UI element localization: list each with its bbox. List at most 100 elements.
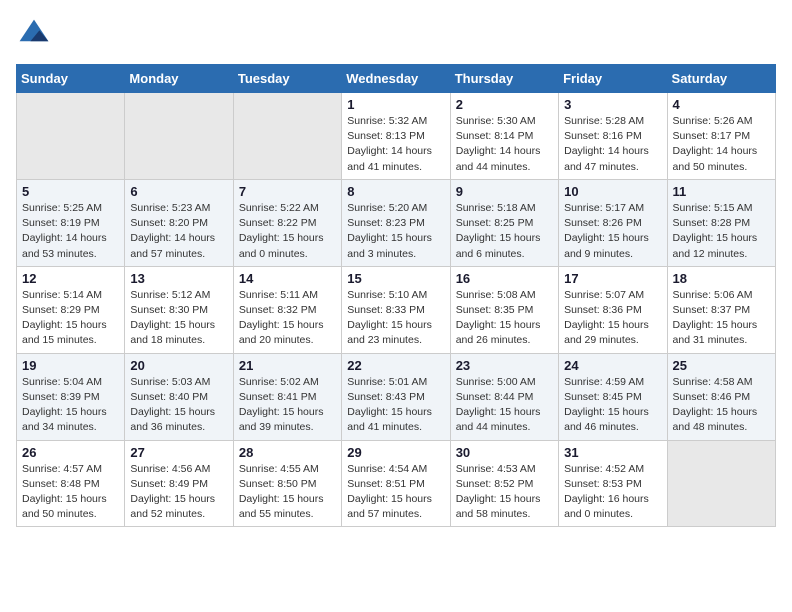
weekday-header-row: SundayMondayTuesdayWednesdayThursdayFrid…	[17, 65, 776, 93]
day-number: 27	[130, 445, 227, 460]
day-number: 10	[564, 184, 661, 199]
day-info: Sunrise: 4:55 AM Sunset: 8:50 PM Dayligh…	[239, 462, 336, 523]
day-info: Sunrise: 5:08 AM Sunset: 8:35 PM Dayligh…	[456, 288, 553, 349]
weekday-header-wednesday: Wednesday	[342, 65, 450, 93]
logo	[16, 16, 56, 52]
calendar-cell: 14 Sunrise: 5:11 AM Sunset: 8:32 PM Dayli…	[233, 266, 341, 353]
weekday-header-friday: Friday	[559, 65, 667, 93]
day-number: 5	[22, 184, 119, 199]
day-number: 14	[239, 271, 336, 286]
day-info: Sunrise: 5:06 AM Sunset: 8:37 PM Dayligh…	[673, 288, 770, 349]
calendar-cell: 15Sunrise: 5:10 AM Sunset: 8:33 PM Dayli…	[342, 266, 450, 353]
day-info: Sunrise: 4:57 AM Sunset: 8:48 PM Dayligh…	[22, 462, 119, 523]
day-number: 11	[673, 184, 770, 199]
calendar-cell: 29 Sunrise: 4:54 AM Sunset: 8:51 PM Dayli…	[342, 440, 450, 527]
week-row-3: 12 Sunrise: 5:14 AM Sunset: 8:29 PM Dayli…	[17, 266, 776, 353]
calendar-cell: 16 Sunrise: 5:08 AM Sunset: 8:35 PM Dayli…	[450, 266, 558, 353]
calendar-cell: 12 Sunrise: 5:14 AM Sunset: 8:29 PM Dayli…	[17, 266, 125, 353]
day-number: 23	[456, 358, 553, 373]
day-info: Sunrise: 5:12 AM Sunset: 8:30 PM Dayligh…	[130, 288, 227, 349]
day-number: 22	[347, 358, 444, 373]
day-info: Sunrise: 5:00 AM Sunset: 8:44 PM Dayligh…	[456, 375, 553, 436]
day-info: Sunrise: 4:58 AM Sunset: 8:46 PM Dayligh…	[673, 375, 770, 436]
week-row-1: 1 Sunrise: 5:32 AM Sunset: 8:13 PM Daylig…	[17, 93, 776, 180]
day-info: Sunrise: 5:23 AM Sunset: 8:20 PM Dayligh…	[130, 201, 227, 262]
weekday-header-tuesday: Tuesday	[233, 65, 341, 93]
day-number: 12	[22, 271, 119, 286]
day-number: 17	[564, 271, 661, 286]
calendar-cell: 28 Sunrise: 4:55 AM Sunset: 8:50 PM Dayli…	[233, 440, 341, 527]
day-info: Sunrise: 4:52 AM Sunset: 8:53 PM Dayligh…	[564, 462, 661, 523]
day-info: Sunrise: 5:07 AM Sunset: 8:36 PM Dayligh…	[564, 288, 661, 349]
day-number: 6	[130, 184, 227, 199]
calendar-cell: 5 Sunrise: 5:25 AM Sunset: 8:19 PM Daylig…	[17, 179, 125, 266]
calendar-cell: 4 Sunrise: 5:26 AM Sunset: 8:17 PM Daylig…	[667, 93, 775, 180]
day-info: Sunrise: 5:01 AM Sunset: 8:43 PM Dayligh…	[347, 375, 444, 436]
calendar-cell: 6 Sunrise: 5:23 AM Sunset: 8:20 PM Daylig…	[125, 179, 233, 266]
day-number: 31	[564, 445, 661, 460]
weekday-header-sunday: Sunday	[17, 65, 125, 93]
calendar-cell: 8 Sunrise: 5:20 AM Sunset: 8:23 PM Daylig…	[342, 179, 450, 266]
calendar-cell: 17 Sunrise: 5:07 AM Sunset: 8:36 PM Dayli…	[559, 266, 667, 353]
calendar-cell: 3 Sunrise: 5:28 AM Sunset: 8:16 PM Daylig…	[559, 93, 667, 180]
day-info: Sunrise: 5:25 AM Sunset: 8:19 PM Dayligh…	[22, 201, 119, 262]
day-info: Sunrise: 4:54 AM Sunset: 8:51 PM Dayligh…	[347, 462, 444, 523]
calendar-cell: 18 Sunrise: 5:06 AM Sunset: 8:37 PM Dayli…	[667, 266, 775, 353]
day-info: Sunrise: 5:14 AM Sunset: 8:29 PM Dayligh…	[22, 288, 119, 349]
day-info: Sunrise: 5:02 AM Sunset: 8:41 PM Dayligh…	[239, 375, 336, 436]
calendar: SundayMondayTuesdayWednesdayThursdayFrid…	[16, 64, 776, 527]
day-number: 26	[22, 445, 119, 460]
day-number: 8	[347, 184, 444, 199]
weekday-header-thursday: Thursday	[450, 65, 558, 93]
day-info: Sunrise: 4:53 AM Sunset: 8:52 PM Dayligh…	[456, 462, 553, 523]
day-number: 21	[239, 358, 336, 373]
calendar-cell: 10Sunrise: 5:17 AM Sunset: 8:26 PM Dayli…	[559, 179, 667, 266]
day-info: Sunrise: 5:11 AM Sunset: 8:32 PM Dayligh…	[239, 288, 336, 349]
logo-icon	[16, 16, 52, 52]
day-number: 28	[239, 445, 336, 460]
day-info: Sunrise: 5:18 AM Sunset: 8:25 PM Dayligh…	[456, 201, 553, 262]
day-number: 1	[347, 97, 444, 112]
calendar-cell: 11 Sunrise: 5:15 AM Sunset: 8:28 PM Dayli…	[667, 179, 775, 266]
day-number: 2	[456, 97, 553, 112]
day-info: Sunrise: 4:59 AM Sunset: 8:45 PM Dayligh…	[564, 375, 661, 436]
calendar-cell: 21 Sunrise: 5:02 AM Sunset: 8:41 PM Dayli…	[233, 353, 341, 440]
day-info: Sunrise: 4:56 AM Sunset: 8:49 PM Dayligh…	[130, 462, 227, 523]
day-number: 7	[239, 184, 336, 199]
day-number: 16	[456, 271, 553, 286]
day-number: 24	[564, 358, 661, 373]
calendar-cell: 27 Sunrise: 4:56 AM Sunset: 8:49 PM Dayli…	[125, 440, 233, 527]
day-info: Sunrise: 5:10 AM Sunset: 8:33 PM Dayligh…	[347, 288, 444, 349]
calendar-cell	[667, 440, 775, 527]
calendar-cell	[17, 93, 125, 180]
calendar-cell: 2 Sunrise: 5:30 AM Sunset: 8:14 PM Daylig…	[450, 93, 558, 180]
calendar-cell: 24 Sunrise: 4:59 AM Sunset: 8:45 PM Dayli…	[559, 353, 667, 440]
day-number: 3	[564, 97, 661, 112]
day-info: Sunrise: 5:30 AM Sunset: 8:14 PM Dayligh…	[456, 114, 553, 175]
weekday-header-saturday: Saturday	[667, 65, 775, 93]
day-info: Sunrise: 5:15 AM Sunset: 8:28 PM Dayligh…	[673, 201, 770, 262]
day-info: Sunrise: 5:32 AM Sunset: 8:13 PM Dayligh…	[347, 114, 444, 175]
day-info: Sunrise: 5:20 AM Sunset: 8:23 PM Dayligh…	[347, 201, 444, 262]
calendar-cell: 20 Sunrise: 5:03 AM Sunset: 8:40 PM Dayli…	[125, 353, 233, 440]
day-number: 4	[673, 97, 770, 112]
day-number: 9	[456, 184, 553, 199]
header	[16, 16, 776, 52]
calendar-cell: 19Sunrise: 5:04 AM Sunset: 8:39 PM Dayli…	[17, 353, 125, 440]
calendar-cell: 25 Sunrise: 4:58 AM Sunset: 8:46 PM Dayli…	[667, 353, 775, 440]
day-info: Sunrise: 5:28 AM Sunset: 8:16 PM Dayligh…	[564, 114, 661, 175]
calendar-cell: 31 Sunrise: 4:52 AM Sunset: 8:53 PM Dayli…	[559, 440, 667, 527]
week-row-5: 26 Sunrise: 4:57 AM Sunset: 8:48 PM Dayli…	[17, 440, 776, 527]
weekday-header-monday: Monday	[125, 65, 233, 93]
calendar-cell: 22 Sunrise: 5:01 AM Sunset: 8:43 PM Dayli…	[342, 353, 450, 440]
day-number: 19	[22, 358, 119, 373]
day-number: 29	[347, 445, 444, 460]
week-row-4: 19Sunrise: 5:04 AM Sunset: 8:39 PM Dayli…	[17, 353, 776, 440]
day-info: Sunrise: 5:26 AM Sunset: 8:17 PM Dayligh…	[673, 114, 770, 175]
day-number: 20	[130, 358, 227, 373]
calendar-cell: 13Sunrise: 5:12 AM Sunset: 8:30 PM Dayli…	[125, 266, 233, 353]
day-info: Sunrise: 5:03 AM Sunset: 8:40 PM Dayligh…	[130, 375, 227, 436]
day-number: 25	[673, 358, 770, 373]
day-number: 18	[673, 271, 770, 286]
calendar-cell	[125, 93, 233, 180]
